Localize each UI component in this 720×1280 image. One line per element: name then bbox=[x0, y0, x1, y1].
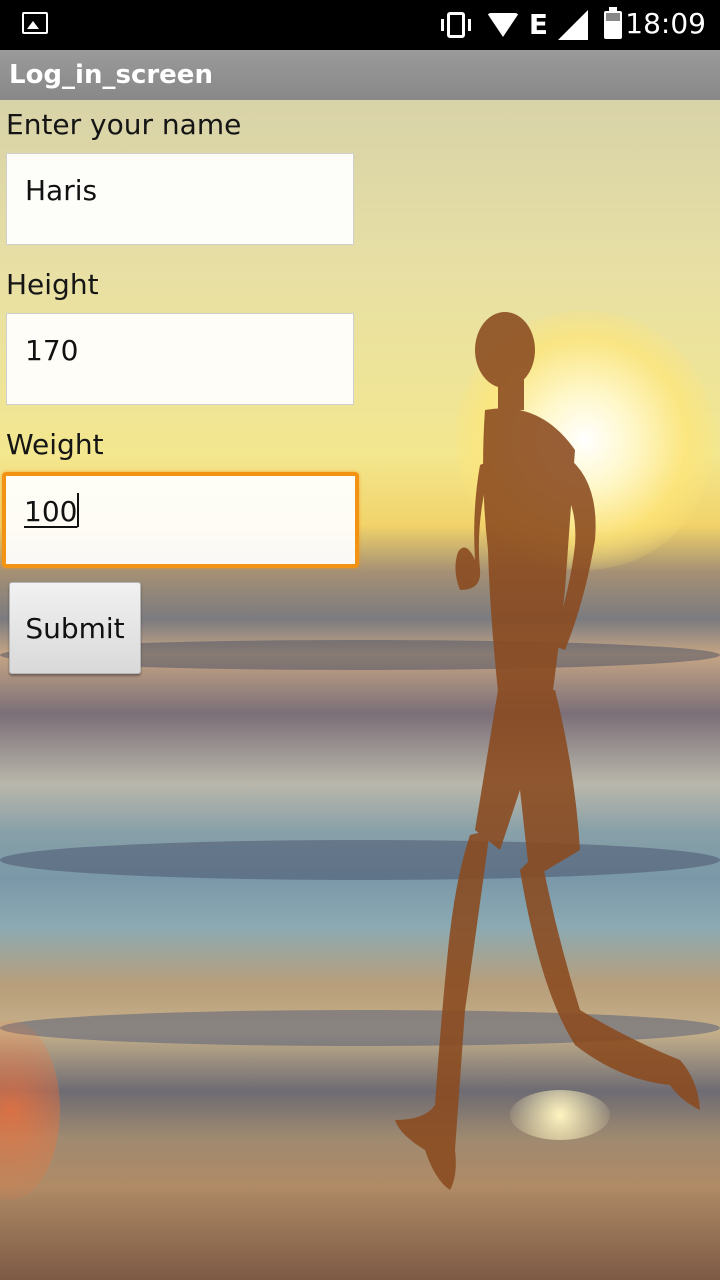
network-type-label: E bbox=[528, 8, 548, 41]
lens-flare bbox=[0, 1020, 60, 1200]
status-icons: E bbox=[440, 7, 622, 41]
height-label: Height bbox=[6, 268, 99, 301]
text-cursor bbox=[77, 493, 80, 527]
vibrate-icon bbox=[440, 12, 471, 38]
wifi-icon bbox=[486, 13, 519, 37]
name-label: Enter your name bbox=[6, 108, 242, 141]
app-title: Log_in_screen bbox=[9, 60, 213, 90]
weight-input[interactable]: 100 bbox=[2, 472, 359, 568]
runner-silhouette bbox=[395, 312, 700, 1190]
height-input-value: 170 bbox=[25, 334, 79, 367]
background-beach-runner-image bbox=[0, 100, 720, 1280]
status-bar: E 18:09 bbox=[0, 0, 720, 50]
height-input[interactable]: 170 bbox=[6, 313, 354, 405]
signal-icon bbox=[558, 10, 588, 40]
image-notification-icon bbox=[22, 12, 48, 34]
submit-button[interactable]: Submit bbox=[9, 582, 141, 674]
app-bar: Log_in_screen bbox=[0, 50, 720, 100]
weight-input-value: 100 bbox=[24, 493, 80, 528]
name-input[interactable]: Haris bbox=[6, 153, 354, 245]
name-input-value: Haris bbox=[25, 174, 98, 207]
weight-label: Weight bbox=[6, 428, 104, 461]
battery-icon bbox=[604, 7, 622, 39]
status-time: 18:09 bbox=[625, 7, 706, 40]
